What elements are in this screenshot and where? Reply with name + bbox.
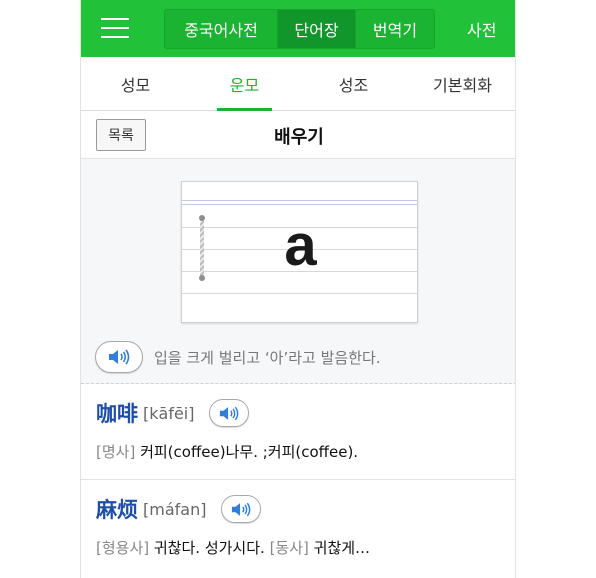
word-headline: 咖啡 [kāfēi] — [96, 398, 250, 428]
learning-panel: a 입을 크게 벌리고 ‘아’라고 발음한다. — [81, 159, 515, 384]
pinyin-letter: a — [284, 213, 317, 278]
word-audio-button[interactable] — [209, 399, 250, 427]
word-entry: 麻烦 [máfan] [형용사] 귀찮다. 성가시다. [동사] 귀찮게… — [81, 480, 515, 578]
pinyin-category-tabs: 성모 운모 성조 기본회화 — [81, 57, 515, 111]
page-header: 목록 배우기 — [81, 111, 515, 159]
speaker-icon — [109, 349, 130, 365]
card-rule — [182, 204, 417, 205]
tab-finals[interactable]: 운모 — [190, 57, 299, 111]
hamburger-menu-icon[interactable] — [101, 15, 131, 41]
word-pinyin: [kāfēi] — [143, 403, 195, 423]
tab-chinese-dictionary[interactable]: 중국어사전 — [165, 10, 278, 48]
definition-text: 귀찮다. 성가시다. — [149, 539, 270, 557]
word-audio-button[interactable] — [221, 495, 262, 523]
part-of-speech: [동사] — [269, 539, 309, 557]
speaker-icon — [220, 406, 239, 420]
word-hanzi[interactable]: 麻烦 — [96, 494, 138, 524]
card-rule — [182, 293, 417, 294]
top-navigation-bar: 중국어사전 단어장 번역기 사전 — [81, 0, 515, 57]
word-pinyin: [máfan] — [143, 499, 207, 519]
word-hanzi[interactable]: 咖啡 — [96, 398, 138, 428]
word-definition: [형용사] 귀찮다. 성가시다. [동사] 귀찮게… — [96, 537, 370, 558]
tab-vocabulary[interactable]: 단어장 — [278, 10, 356, 48]
tab-basic-conversation[interactable]: 기본회화 — [408, 57, 515, 110]
app-frame: 중국어사전 단어장 번역기 사전 성모 운모 성조 기본회화 목록 배우기 a — [80, 0, 516, 578]
tab-initials[interactable]: 성모 — [81, 57, 190, 110]
part-of-speech: [명사] — [96, 443, 136, 461]
writing-card: a — [181, 181, 418, 323]
tab-tones[interactable]: 성조 — [299, 57, 408, 110]
word-entry: 咖啡 [kāfēi] [명사] 커피(coffee)나무. ;커피(coffee… — [81, 384, 515, 480]
page-title: 배우기 — [274, 127, 324, 148]
part-of-speech: [형용사] — [96, 539, 150, 557]
tab-translator[interactable]: 번역기 — [356, 10, 434, 48]
speaker-icon — [232, 502, 251, 516]
definition-text: 커피(coffee)나무. ;커피(coffee). — [135, 443, 359, 461]
card-rule — [182, 200, 417, 201]
word-definition: [명사] 커피(coffee)나무. ;커피(coffee). — [96, 441, 358, 462]
definition-text: 귀찮게… — [308, 539, 371, 557]
dictionary-link[interactable]: 사전 — [467, 17, 496, 41]
main-segmented-control: 중국어사전 단어장 번역기 — [164, 9, 435, 49]
pronunciation-hint: 입을 크게 벌리고 ‘아’라고 발음한다. — [154, 349, 381, 367]
word-headline: 麻烦 [máfan] — [96, 494, 262, 524]
play-pronunciation-button[interactable] — [95, 341, 143, 373]
